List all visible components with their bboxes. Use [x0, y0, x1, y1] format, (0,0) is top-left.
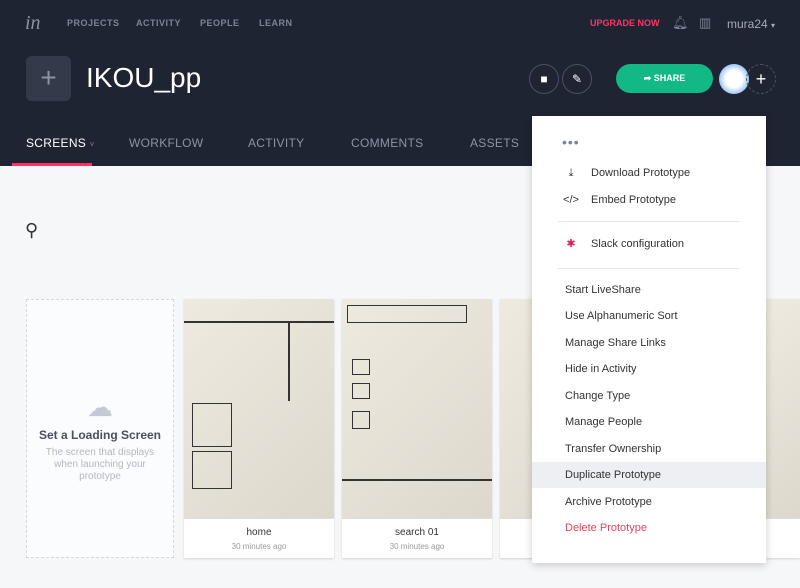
- code-icon: </>: [563, 194, 579, 206]
- user-menu[interactable]: mura24 ▾: [727, 17, 775, 31]
- nav-people[interactable]: PEOPLE: [200, 18, 240, 28]
- chevron-down-icon: ˅: [89, 140, 95, 149]
- screen-thumbnail: [184, 299, 334, 519]
- menu-start-liveshare[interactable]: Start LiveShare: [532, 277, 766, 303]
- screen-card[interactable]: search 01 30 minutes ago: [342, 299, 492, 558]
- loading-title: Set a Loading Screen: [38, 428, 162, 442]
- tab-screens[interactable]: SCREENS ˅: [26, 136, 95, 150]
- chevron-down-icon: ▾: [771, 21, 776, 30]
- menu-label: Embed Prototype: [591, 194, 676, 206]
- menu-delete-prototype[interactable]: Delete Prototype: [532, 515, 766, 541]
- menu-archive-prototype[interactable]: Archive Prototype: [532, 489, 766, 515]
- menu-hide-in-activity[interactable]: Hide in Activity: [532, 356, 766, 382]
- menu-slack-configuration[interactable]: ✱ Slack configuration: [532, 231, 766, 257]
- edit-icon[interactable]: ✎: [562, 64, 592, 94]
- menu-manage-share-links[interactable]: Manage Share Links: [532, 330, 766, 356]
- screen-time: 30 minutes ago: [389, 542, 445, 551]
- add-project-image-button[interactable]: +: [26, 56, 71, 101]
- tab-activity[interactable]: ACTIVITY: [248, 136, 304, 150]
- menu-download-prototype[interactable]: ⤓ Download Prototype: [532, 160, 766, 186]
- tab-comments[interactable]: COMMENTS: [351, 136, 423, 150]
- divider: [558, 268, 740, 269]
- download-icon: ⤓: [568, 167, 574, 179]
- nav-projects[interactable]: PROJECTS: [67, 18, 120, 28]
- menu-manage-people[interactable]: Manage People: [532, 409, 766, 435]
- nav-activity[interactable]: ACTIVITY: [136, 18, 181, 28]
- bell-icon[interactable]: 🔔︎: [672, 15, 689, 31]
- menu-alphanumeric-sort[interactable]: Use Alphanumeric Sort: [532, 303, 766, 329]
- more-icon[interactable]: •••: [562, 134, 580, 150]
- tab-workflow[interactable]: WORKFLOW: [129, 136, 203, 150]
- screen-name: home: [246, 527, 272, 538]
- menu-label: Slack configuration: [591, 238, 684, 250]
- screen-time: 30 minutes ago: [231, 542, 287, 551]
- avatar[interactable]: [719, 64, 749, 94]
- tab-label: SCREENS: [26, 136, 87, 150]
- share-arrow-icon: ➦: [643, 73, 652, 83]
- upgrade-now-link[interactable]: UPGRADE NOW: [590, 18, 660, 28]
- prototype-options-menu: ••• ⤓ Download Prototype </> Embed Prototy…: [532, 116, 766, 563]
- username: mura24: [727, 17, 768, 31]
- divider: [558, 221, 740, 222]
- screen-card[interactable]: [766, 299, 800, 558]
- gift-icon[interactable]: ▥: [699, 15, 711, 31]
- menu-embed-prototype[interactable]: </> Embed Prototype: [532, 187, 766, 213]
- nav-learn[interactable]: LEARN: [259, 18, 293, 28]
- add-collaborator-button[interactable]: +: [746, 64, 776, 94]
- menu-transfer-ownership[interactable]: Transfer Ownership: [532, 436, 766, 462]
- screen-thumbnail: [342, 299, 492, 519]
- slack-icon: ✱: [566, 238, 576, 250]
- screen-card[interactable]: home 30 minutes ago: [184, 299, 334, 558]
- invision-logo[interactable]: in: [25, 12, 41, 35]
- share-label: SHARE: [653, 73, 686, 83]
- loading-description: The screen that displays when launching …: [45, 447, 155, 482]
- video-icon[interactable]: ■: [529, 64, 559, 94]
- screen-name: search 01: [395, 527, 439, 538]
- menu-duplicate-prototype[interactable]: Duplicate Prototype: [532, 462, 766, 488]
- search-icon[interactable]: ⚲: [25, 220, 38, 241]
- tab-assets[interactable]: ASSETS: [470, 136, 519, 150]
- share-button[interactable]: ➦ SHARE: [616, 64, 713, 93]
- menu-label: Download Prototype: [591, 167, 691, 179]
- active-tab-indicator: [12, 163, 92, 166]
- cloud-upload-icon: ☁: [87, 392, 113, 422]
- screen-thumbnail: [766, 299, 800, 519]
- loading-screen-card[interactable]: ☁ Set a Loading Screen The screen that d…: [26, 299, 174, 558]
- project-title: IKOU_pp: [86, 62, 202, 93]
- menu-change-type[interactable]: Change Type: [532, 383, 766, 409]
